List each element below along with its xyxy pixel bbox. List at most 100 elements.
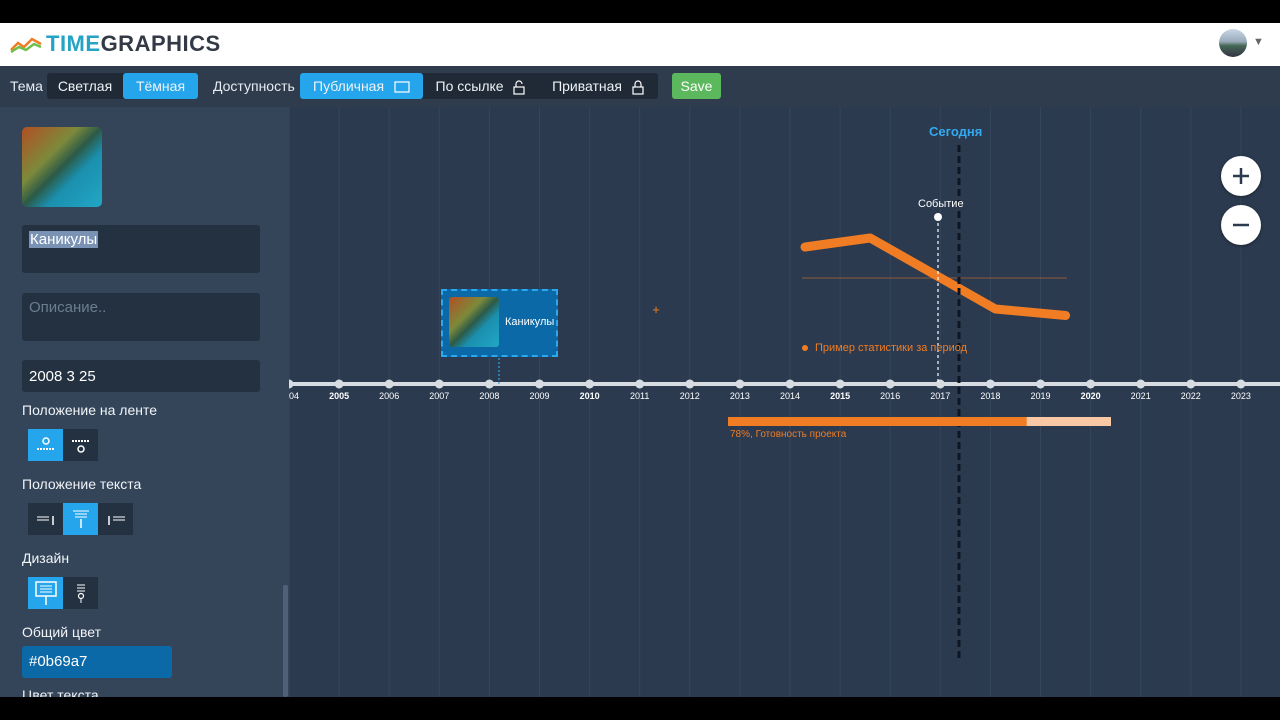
event-label: Событие [918, 198, 964, 210]
year-tick [685, 379, 695, 389]
year-tick [484, 379, 494, 389]
statistics-line[interactable] [800, 233, 1071, 320]
timeline-svg: 04 2005 2006 2007 2008 2009 2010 2011 2012 2013 20… [289, 107, 1280, 697]
year-label: 2023 [1231, 391, 1251, 401]
position-below-icon [71, 440, 90, 453]
year-label: 2021 [1131, 391, 1151, 401]
year-tick [384, 379, 394, 389]
text-right-option[interactable] [98, 503, 133, 535]
year-tick [735, 379, 745, 389]
year-tick [885, 379, 895, 389]
year-label: 2017 [930, 391, 950, 401]
design-options [28, 577, 98, 609]
access-link-label: По ссылке [435, 78, 504, 94]
year-tick [1236, 379, 1246, 389]
year-label: 2020 [1081, 391, 1101, 401]
text-position-label: Положение текста [22, 476, 142, 492]
event-date-input[interactable]: 2008 3 25 [22, 360, 260, 392]
year-tick [935, 379, 945, 389]
access-link-button[interactable]: По ссылке [423, 73, 538, 99]
common-color-label: Общий цвет [22, 624, 101, 640]
year-tick [289, 379, 294, 389]
chevron-down-icon[interactable]: ▼ [1253, 36, 1264, 48]
access-label: Доступность [213, 78, 295, 94]
logo-time-text: TIME [46, 31, 101, 56]
avatar[interactable] [1219, 29, 1247, 57]
design-pin-option[interactable] [63, 577, 98, 609]
access-switch: Публичная По ссылке Приватная [300, 73, 658, 99]
text-color-label: Цвет текста [22, 687, 99, 697]
text-position-options [28, 503, 133, 535]
event-title-input[interactable]: Каникулы [22, 225, 260, 273]
stat-legend-label: Пример статистики за период [815, 342, 968, 354]
add-cursor-icon: + [652, 302, 660, 317]
minus-icon [1233, 223, 1249, 227]
year-tick [635, 379, 645, 389]
position-on-timeline-options [28, 429, 98, 461]
position-on-timeline-label: Положение на ленте [22, 402, 158, 418]
align-left-icon [36, 516, 54, 525]
design-label: Дизайн [22, 550, 70, 566]
year-tick [835, 379, 845, 389]
position-below-option[interactable] [63, 429, 98, 461]
access-public-label: Публичная [313, 78, 385, 94]
year-tick [1186, 379, 1196, 389]
year-label: 2005 [329, 391, 349, 401]
logo-graphics-text: GRAPHICS [100, 31, 221, 56]
design-card-option[interactable] [28, 577, 63, 609]
year-label: 2018 [980, 391, 1000, 401]
theme-label: Тема [10, 78, 43, 94]
year-tick [434, 379, 444, 389]
zoom-out-button[interactable] [1221, 205, 1261, 245]
save-button[interactable]: Save [672, 73, 721, 99]
event-card-title: Каникулы [505, 316, 555, 328]
year-label: 2010 [580, 391, 600, 401]
year-label: 2014 [780, 391, 800, 401]
year-tick [785, 379, 795, 389]
event-title-value: Каникулы [29, 231, 99, 248]
year-label: 2013 [730, 391, 750, 401]
sidebar-scrollbar[interactable] [283, 585, 288, 697]
year-label: 2022 [1181, 391, 1201, 401]
event-editor-sidebar: Каникулы Описание.. 2008 3 25 Положение … [0, 107, 289, 697]
app-header: TIMEGRAPHICS ▼ [0, 23, 1280, 66]
common-color-input[interactable]: #0b69a7 [22, 646, 172, 678]
position-above-option[interactable] [28, 429, 63, 461]
event-image-thumbnail[interactable] [22, 127, 102, 207]
access-private-label: Приватная [552, 78, 623, 94]
event-card-selected[interactable]: Каникулы [441, 289, 558, 357]
year-tick [985, 379, 995, 389]
year-tick [1136, 379, 1146, 389]
event-marker-dot[interactable] [934, 213, 942, 221]
align-center-icon [72, 510, 89, 528]
year-label: 2006 [379, 391, 399, 401]
theme-switch: Светлая Тёмная [47, 73, 198, 99]
year-tick [535, 379, 544, 389]
event-description-input[interactable]: Описание.. [22, 293, 260, 341]
year-tick [334, 379, 344, 389]
theme-dark-button[interactable]: Тёмная [123, 73, 198, 99]
video-letterbox-bottom [0, 697, 1280, 720]
theme-light-button[interactable]: Светлая [47, 73, 123, 99]
timegraphics-logo[interactable]: TIMEGRAPHICS [10, 31, 221, 57]
year-label: 2012 [680, 391, 700, 401]
access-private-button[interactable]: Приватная [538, 73, 658, 99]
year-label: 2016 [880, 391, 900, 401]
year-label: 2015 [830, 391, 850, 401]
timeline-canvas[interactable]: 04 2005 2006 2007 2008 2009 2010 2011 2012 2013 20… [289, 107, 1280, 697]
progress-bar-fill[interactable] [728, 417, 1027, 426]
text-center-option[interactable] [63, 503, 98, 535]
logo-chart-icon [10, 37, 42, 53]
plus-icon [1233, 168, 1249, 184]
align-right-icon [107, 516, 125, 525]
progress-label: 78%, Готовность проекта [730, 429, 847, 440]
year-label: 04 [289, 391, 299, 401]
year-label: 2011 [630, 391, 649, 401]
pin-design-icon [76, 584, 85, 603]
today-label: Сегодня [929, 124, 983, 139]
year-label: 2007 [429, 391, 449, 401]
video-letterbox-top [0, 0, 1280, 23]
access-public-button[interactable]: Публичная [300, 73, 423, 99]
text-left-option[interactable] [28, 503, 63, 535]
zoom-in-button[interactable] [1221, 156, 1261, 196]
